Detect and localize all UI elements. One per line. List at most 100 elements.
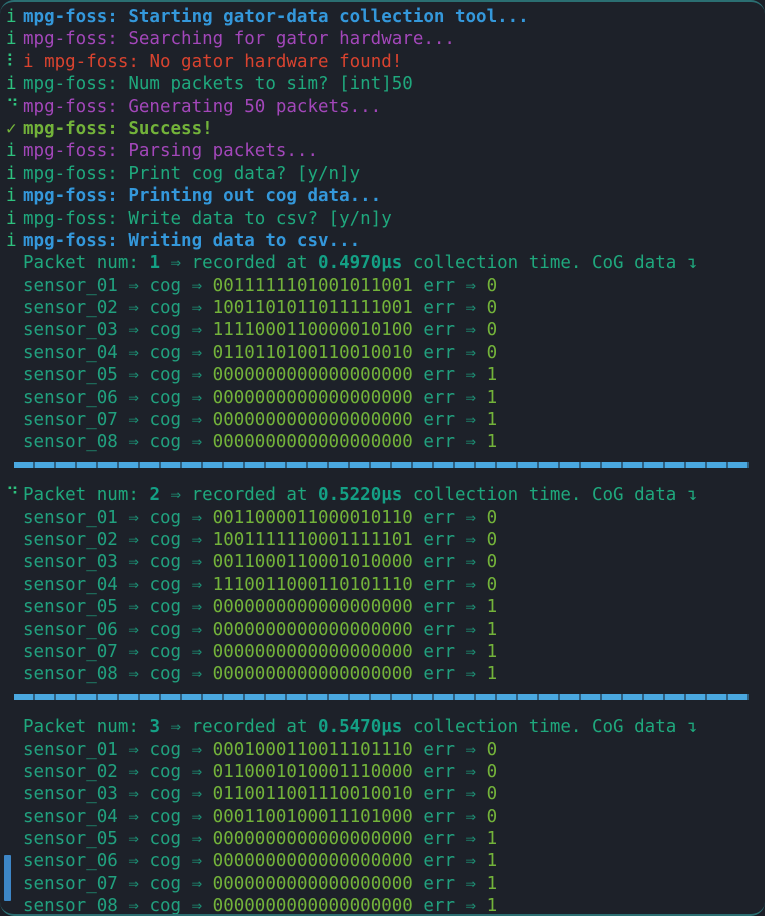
arrow-icon: ⇒ xyxy=(455,739,487,760)
packet-num-value: 3 xyxy=(149,717,160,738)
arrow-icon: ⇒ xyxy=(159,485,192,506)
log-message: No gator hardware found! xyxy=(149,51,403,72)
arrow-icon: ⇒ xyxy=(181,664,213,685)
recorded-label: recorded at xyxy=(191,253,319,274)
log-line: ⠙ mpg-foss: Generating 50 packets... xyxy=(0,96,765,118)
packet-header: Packet num: 1 ⇒ recorded at 0.4970µs col… xyxy=(0,252,765,274)
arrow-icon: ⇒ xyxy=(117,342,150,363)
err-value: 0 xyxy=(486,275,498,296)
cog-value: 0000000000000000000 xyxy=(212,664,413,685)
log-message: Starting gator-data collection tool... xyxy=(128,7,529,27)
arrow-icon: ⇒ xyxy=(455,387,487,408)
log-app-prefix: mpg-foss: xyxy=(23,7,129,27)
cog-label: cog xyxy=(149,552,182,573)
cog-label: cog xyxy=(149,298,182,319)
arrow-icon: ⇒ xyxy=(181,739,213,760)
log-app-prefix: mpg-foss: xyxy=(23,186,129,207)
cog-label: cog xyxy=(149,365,182,386)
cog-value: 0000000000000000000 xyxy=(212,365,413,386)
terminal-screen[interactable]: i mpg-foss: Starting gator-data collectio… xyxy=(0,2,765,914)
wrap-arrow-icon: ↴ xyxy=(686,717,698,738)
cog-value: 1110011000110101110 xyxy=(212,574,413,595)
arrow-icon: ⇒ xyxy=(117,410,150,431)
cog-value: 0000000000000000000 xyxy=(212,619,413,640)
arrow-icon: ⇒ xyxy=(117,739,150,760)
err-label: err xyxy=(412,529,455,550)
cog-label: cog xyxy=(149,851,182,872)
sensor-row: sensor_04 ⇒ cog ⇒ 1110011000110101110 er… xyxy=(0,574,765,596)
arrow-icon: ⇒ xyxy=(117,320,150,341)
cog-label: cog xyxy=(149,784,182,805)
sensor-row: sensor_02 ⇒ cog ⇒ 1001111110001111101 er… xyxy=(0,529,765,551)
err-label: err xyxy=(412,784,455,805)
err-label: err xyxy=(412,320,455,341)
log-line: i mpg-foss: Print cog data? [y/n]y xyxy=(0,163,765,185)
arrow-icon: ⇒ xyxy=(117,829,150,850)
arrow-icon: ⇒ xyxy=(117,761,150,782)
recorded-label: recorded at xyxy=(191,717,319,738)
arrow-icon: ⇒ xyxy=(455,784,487,805)
arrow-icon: ⇒ xyxy=(455,619,487,640)
sensor-row: sensor_05 ⇒ cog ⇒ 0000000000000000000 er… xyxy=(0,364,765,386)
arrow-icon: ⇒ xyxy=(455,896,487,916)
arrow-icon: ⇒ xyxy=(181,320,213,341)
scrollbar-track[interactable] xyxy=(2,10,11,906)
err-label: err xyxy=(412,275,455,296)
arrow-icon: ⇒ xyxy=(117,387,150,408)
err-value: 1 xyxy=(486,896,498,916)
divider-bar xyxy=(14,461,749,468)
log-app-prefix: mpg-foss: xyxy=(23,96,129,117)
log-message: Printing out cog data... xyxy=(128,186,382,207)
packet-num-value: 2 xyxy=(149,485,160,506)
collection-time-label: collection time. CoG data xyxy=(402,717,687,738)
scrollbar-thumb[interactable] xyxy=(4,855,11,901)
wrap-arrow-icon: ↴ xyxy=(686,485,698,506)
err-value: 0 xyxy=(486,784,498,805)
cog-value: 0000000000000000000 xyxy=(212,432,413,453)
arrow-icon: ⇒ xyxy=(455,342,487,363)
arrow-icon: ⇒ xyxy=(181,784,213,805)
arrow-icon: ⇒ xyxy=(181,552,213,573)
sensor-row: sensor_01 ⇒ cog ⇒ 0001000110011101110 er… xyxy=(0,739,765,761)
log-app-prefix: mpg-foss: xyxy=(23,230,129,251)
terminal-window[interactable]: i mpg-foss: Starting gator-data collectio… xyxy=(0,0,765,916)
cog-value: 0110001010001110000 xyxy=(212,761,413,782)
arrow-icon: ⇒ xyxy=(181,507,213,528)
arrow-icon: ⇒ xyxy=(455,873,487,894)
err-value: 1 xyxy=(486,597,498,618)
cog-value: 0001000110011101110 xyxy=(212,739,413,760)
cog-value: 0000000000000000000 xyxy=(212,641,413,662)
arrow-icon: ⇒ xyxy=(181,761,213,782)
log-line: i mpg-foss: Starting gator-data collectio… xyxy=(0,6,765,28)
cog-value: 0000000000000000000 xyxy=(212,597,413,618)
cog-value: 1001101011011111001 xyxy=(212,298,413,319)
log-app-prefix: mpg-foss: xyxy=(23,141,129,162)
sensor-name: sensor_08 xyxy=(23,896,118,916)
log-message: Searching for gator hardware... xyxy=(128,29,455,50)
err-label: err xyxy=(412,806,455,827)
packet-divider xyxy=(0,693,765,716)
err-label: err xyxy=(412,851,455,872)
err-label: err xyxy=(412,387,455,408)
err-value: 1 xyxy=(486,873,498,894)
cog-label: cog xyxy=(149,761,182,782)
arrow-icon: ⇒ xyxy=(455,432,487,453)
cog-label: cog xyxy=(149,275,182,296)
err-label: err xyxy=(412,574,455,595)
packet-header: Packet num: 3 ⇒ recorded at 0.5470µs col… xyxy=(0,716,765,738)
arrow-icon: ⇒ xyxy=(455,298,487,319)
log-line: ⠇ i mpg-foss: No gator hardware found! xyxy=(0,51,765,73)
arrow-icon: ⇒ xyxy=(455,275,487,296)
arrow-icon: ⇒ xyxy=(159,253,192,274)
arrow-icon: ⇒ xyxy=(159,717,192,738)
err-label: err xyxy=(412,298,455,319)
arrow-icon: ⇒ xyxy=(117,275,150,296)
cog-value: 0000000000000000000 xyxy=(212,387,413,408)
sensor-name: sensor_07 xyxy=(23,641,118,662)
log-message: Print cog data? [y/n]y xyxy=(128,163,361,184)
arrow-icon: ⇒ xyxy=(181,829,213,850)
sensor-name: sensor_05 xyxy=(23,365,118,386)
err-label: err xyxy=(412,597,455,618)
arrow-icon: ⇒ xyxy=(181,275,213,296)
err-value: 0 xyxy=(486,507,498,528)
